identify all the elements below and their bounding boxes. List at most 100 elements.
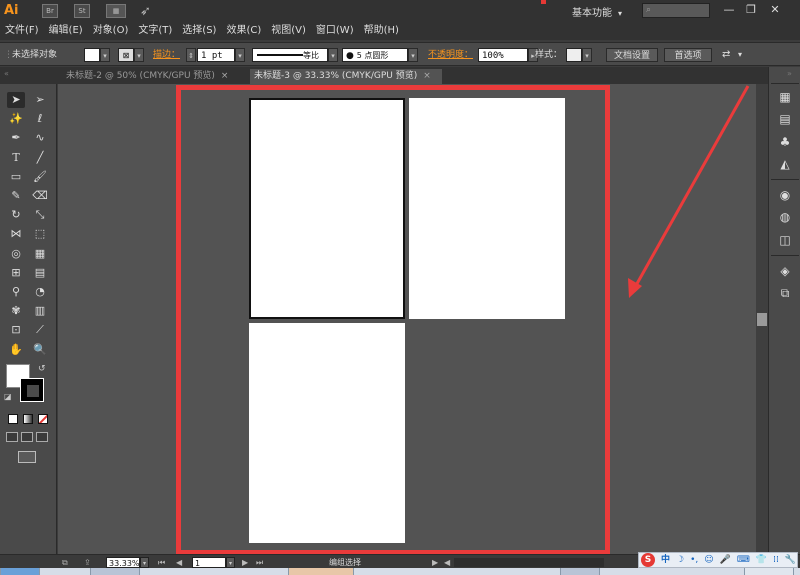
- direct-selection-tool-icon[interactable]: ➢: [31, 92, 49, 108]
- brushes-icon[interactable]: ♣: [777, 134, 793, 150]
- perspective-grid-tool-icon[interactable]: ▦: [31, 246, 49, 262]
- punctuation-icon[interactable]: •,: [690, 553, 698, 567]
- scrollbar-thumb[interactable]: [757, 313, 767, 326]
- draw-behind-icon[interactable]: [21, 432, 33, 442]
- fill-dropdown-icon[interactable]: ▾: [100, 48, 110, 62]
- layout-icon[interactable]: ▦: [106, 4, 126, 18]
- brush-dropdown-icon[interactable]: ▾: [408, 48, 418, 62]
- bridge-icon[interactable]: Br: [42, 4, 58, 18]
- mesh-tool-icon[interactable]: ⊞: [7, 265, 25, 281]
- close-icon[interactable]: ×: [221, 71, 229, 81]
- default-colors-icon[interactable]: ◪: [4, 392, 12, 401]
- hand-tool-icon[interactable]: ✋: [7, 342, 25, 358]
- workspace-switcher[interactable]: 基本功能 ▾: [572, 4, 622, 19]
- eraser-tool-icon[interactable]: ⌫: [31, 188, 49, 204]
- eyedropper-tool-icon[interactable]: ⚲: [7, 284, 25, 300]
- restore-button[interactable]: ❐: [740, 1, 762, 19]
- control-menu-icon[interactable]: ▾: [738, 48, 742, 62]
- selection-tool-icon[interactable]: ➤: [7, 92, 25, 108]
- first-artboard-icon[interactable]: ⏮: [158, 557, 165, 568]
- tab-nav-icon[interactable]: ⧉: [62, 557, 68, 568]
- menu-window[interactable]: 窗口(W): [316, 22, 354, 40]
- artboards-icon[interactable]: ⧉: [777, 285, 793, 301]
- menu-effect[interactable]: 效果(C): [226, 22, 261, 40]
- menu-file[interactable]: 文件(F): [5, 22, 39, 40]
- start-button[interactable]: [0, 568, 40, 575]
- menu-view[interactable]: 视图(V): [271, 22, 306, 40]
- canvas-area[interactable]: [58, 84, 756, 555]
- grid-icon[interactable]: ⁞⁞: [773, 553, 779, 567]
- gradient-tool-icon[interactable]: ▤: [31, 265, 49, 281]
- opacity-label[interactable]: 不透明度：: [428, 48, 473, 62]
- stroke-weight-field[interactable]: 1 pt: [197, 48, 235, 62]
- taskbar-app-3[interactable]: [560, 568, 600, 575]
- taskbar-app-illustrator[interactable]: [288, 568, 354, 575]
- ime-language-toggle[interactable]: 中: [661, 553, 670, 567]
- previous-artboard-icon[interactable]: ◀: [176, 557, 182, 568]
- stroke-label[interactable]: 描边：: [153, 48, 180, 62]
- artboard-dropdown-icon[interactable]: ▾: [226, 557, 235, 568]
- profile-dropdown-icon[interactable]: ▾: [328, 48, 338, 62]
- shape-builder-tool-icon[interactable]: ◎: [7, 246, 25, 262]
- emoji-icon[interactable]: ☺: [704, 553, 713, 567]
- stroke-dropdown-icon[interactable]: ▾: [134, 48, 144, 62]
- tab-document-2[interactable]: 未标题-2 @ 50% (CMYK/GPU 预览) ×: [62, 69, 246, 84]
- none-mode-icon[interactable]: [38, 414, 48, 424]
- tab-document-3[interactable]: 未标题-3 @ 33.33% (CMYK/GPU 预览) ×: [250, 69, 442, 84]
- next-artboard-icon[interactable]: ▶: [242, 557, 248, 568]
- curvature-tool-icon[interactable]: ∿: [31, 130, 49, 146]
- vertical-scrollbar[interactable]: [756, 84, 768, 554]
- line-tool-icon[interactable]: ╱: [31, 150, 49, 166]
- graphic-style-dropdown-icon[interactable]: ▾: [582, 48, 592, 62]
- stroke-weight-dropdown-icon[interactable]: ▾: [235, 48, 245, 62]
- gradient-mode-icon[interactable]: [23, 414, 33, 424]
- sogou-logo[interactable]: S: [641, 553, 655, 567]
- horizontal-scrollbar[interactable]: [454, 558, 604, 567]
- stroke-color-box[interactable]: [20, 378, 44, 402]
- scale-tool-icon[interactable]: ⤡: [31, 207, 49, 223]
- stroke-stepper-icon[interactable]: ⇕: [186, 48, 196, 62]
- zoom-level-field[interactable]: 33.33%: [106, 557, 140, 568]
- fill-color-swatch[interactable]: [84, 48, 100, 62]
- share-icon[interactable]: ⇪: [84, 557, 91, 568]
- menu-select[interactable]: 选择(S): [182, 22, 216, 40]
- expand-panels-icon[interactable]: »: [787, 69, 792, 78]
- moon-icon[interactable]: ☽: [676, 553, 684, 567]
- menu-type[interactable]: 文字(T): [138, 22, 172, 40]
- menu-help[interactable]: 帮助(H): [364, 22, 399, 40]
- rocket-icon[interactable]: ➶: [140, 4, 151, 19]
- pencil-tool-icon[interactable]: ✎: [7, 188, 25, 204]
- artboard-tool-icon[interactable]: ⊡: [7, 322, 25, 338]
- opacity-field[interactable]: 100%: [478, 48, 528, 62]
- stroke-color-swatch[interactable]: ⊠: [118, 48, 134, 62]
- zoom-dropdown-icon[interactable]: ▾: [140, 557, 149, 568]
- draw-inside-icon[interactable]: [36, 432, 48, 442]
- blend-tool-icon[interactable]: ◔: [31, 284, 49, 300]
- collapse-panel-icon[interactable]: «: [4, 69, 9, 78]
- scroll-left-icon[interactable]: ◀: [444, 557, 450, 568]
- microphone-icon[interactable]: 🎤: [720, 553, 731, 567]
- width-tool-icon[interactable]: ⋈: [7, 226, 25, 242]
- keyboard-icon[interactable]: ⌨: [737, 553, 750, 567]
- slice-tool-icon[interactable]: ⟋: [31, 322, 49, 338]
- type-tool-icon[interactable]: T: [7, 150, 25, 166]
- document-setup-button[interactable]: 文档设置: [606, 48, 658, 62]
- status-menu-icon[interactable]: ▶: [432, 557, 438, 568]
- graphic-style-swatch[interactable]: [566, 48, 582, 62]
- skin-icon[interactable]: 👕: [756, 553, 767, 567]
- close-button[interactable]: ✕: [764, 1, 786, 19]
- arrange-documents-icon[interactable]: ⇄: [722, 48, 730, 62]
- rectangle-tool-icon[interactable]: ▭: [7, 169, 25, 185]
- swap-colors-icon[interactable]: ↺: [38, 364, 46, 374]
- artboard-number-field[interactable]: 1: [192, 557, 226, 568]
- taskbar-app-1[interactable]: [90, 568, 140, 575]
- menu-object[interactable]: 对象(O): [93, 22, 129, 40]
- screen-mode-icon[interactable]: [18, 451, 36, 463]
- system-clock[interactable]: [744, 568, 794, 575]
- wrench-icon[interactable]: 🔧: [785, 553, 796, 567]
- transparency-icon[interactable]: ◫: [777, 232, 793, 248]
- symbols-icon[interactable]: ◭: [777, 156, 793, 172]
- minimize-button[interactable]: —: [718, 1, 740, 19]
- symbol-sprayer-tool-icon[interactable]: ✾: [7, 303, 25, 319]
- free-transform-tool-icon[interactable]: ⬚: [31, 226, 49, 242]
